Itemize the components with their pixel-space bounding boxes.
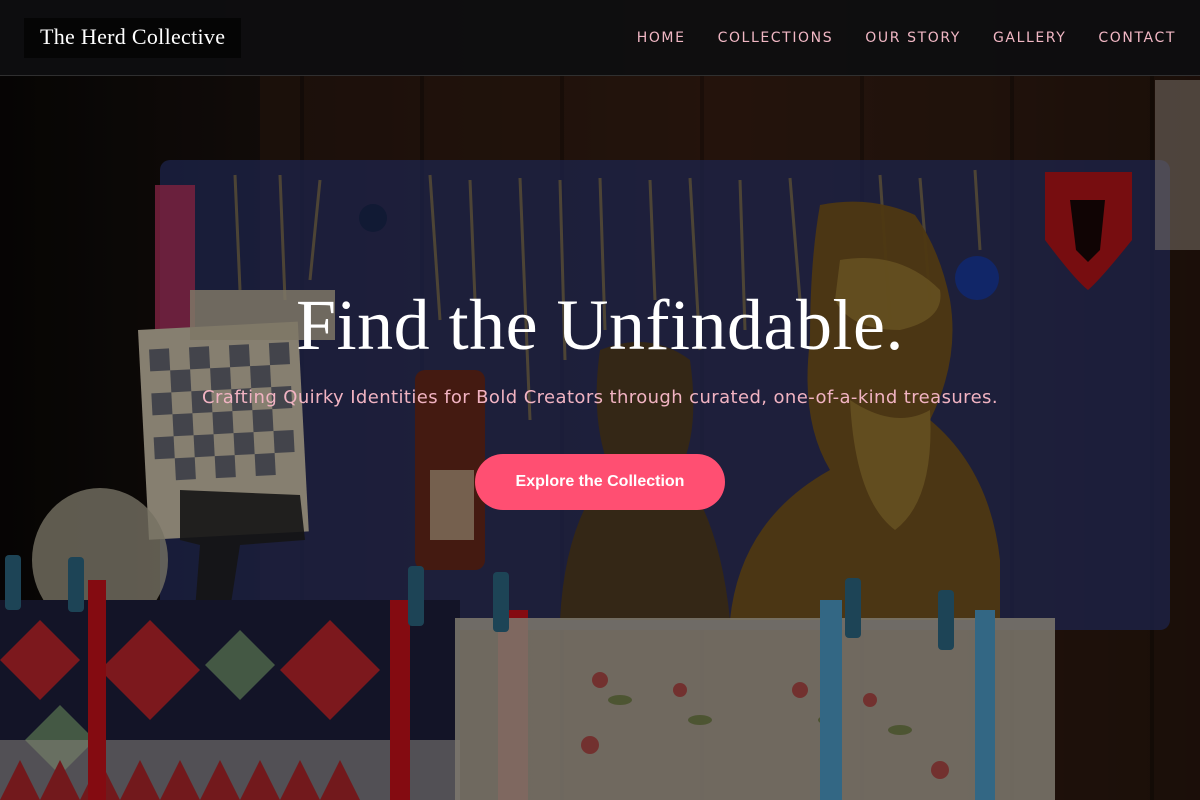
- explore-collection-button[interactable]: Explore the Collection: [475, 454, 725, 510]
- hero-section: Find the Unfindable. Crafting Quirky Ide…: [0, 0, 1200, 800]
- hero-subtitle: Crafting Quirky Identities for Bold Crea…: [202, 387, 998, 408]
- hero-title: Find the Unfindable.: [296, 285, 904, 365]
